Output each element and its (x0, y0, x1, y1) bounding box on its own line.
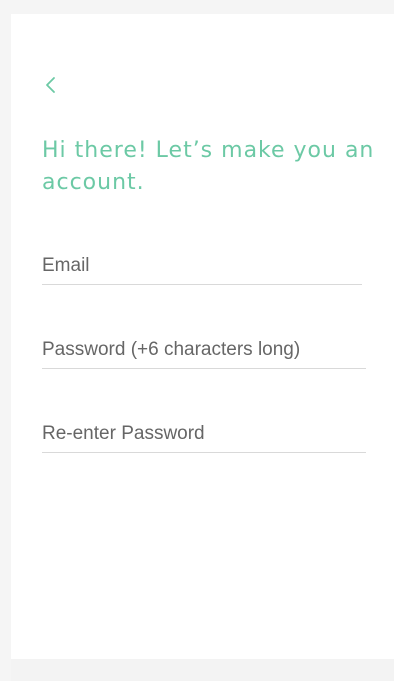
password-field[interactable] (42, 334, 366, 366)
confirm-password-field[interactable] (42, 418, 366, 450)
bottom-bar (11, 659, 394, 681)
chevron-left-icon (41, 72, 61, 98)
signup-card: Hi there! Let’s make you an account. (11, 14, 394, 659)
confirm-password-field-container (42, 418, 366, 453)
email-field[interactable] (42, 250, 362, 282)
email-field-container (42, 250, 362, 285)
page-title: Hi there! Let’s make you an account. (42, 138, 375, 195)
password-field-container (42, 334, 366, 369)
back-button[interactable] (41, 72, 61, 98)
